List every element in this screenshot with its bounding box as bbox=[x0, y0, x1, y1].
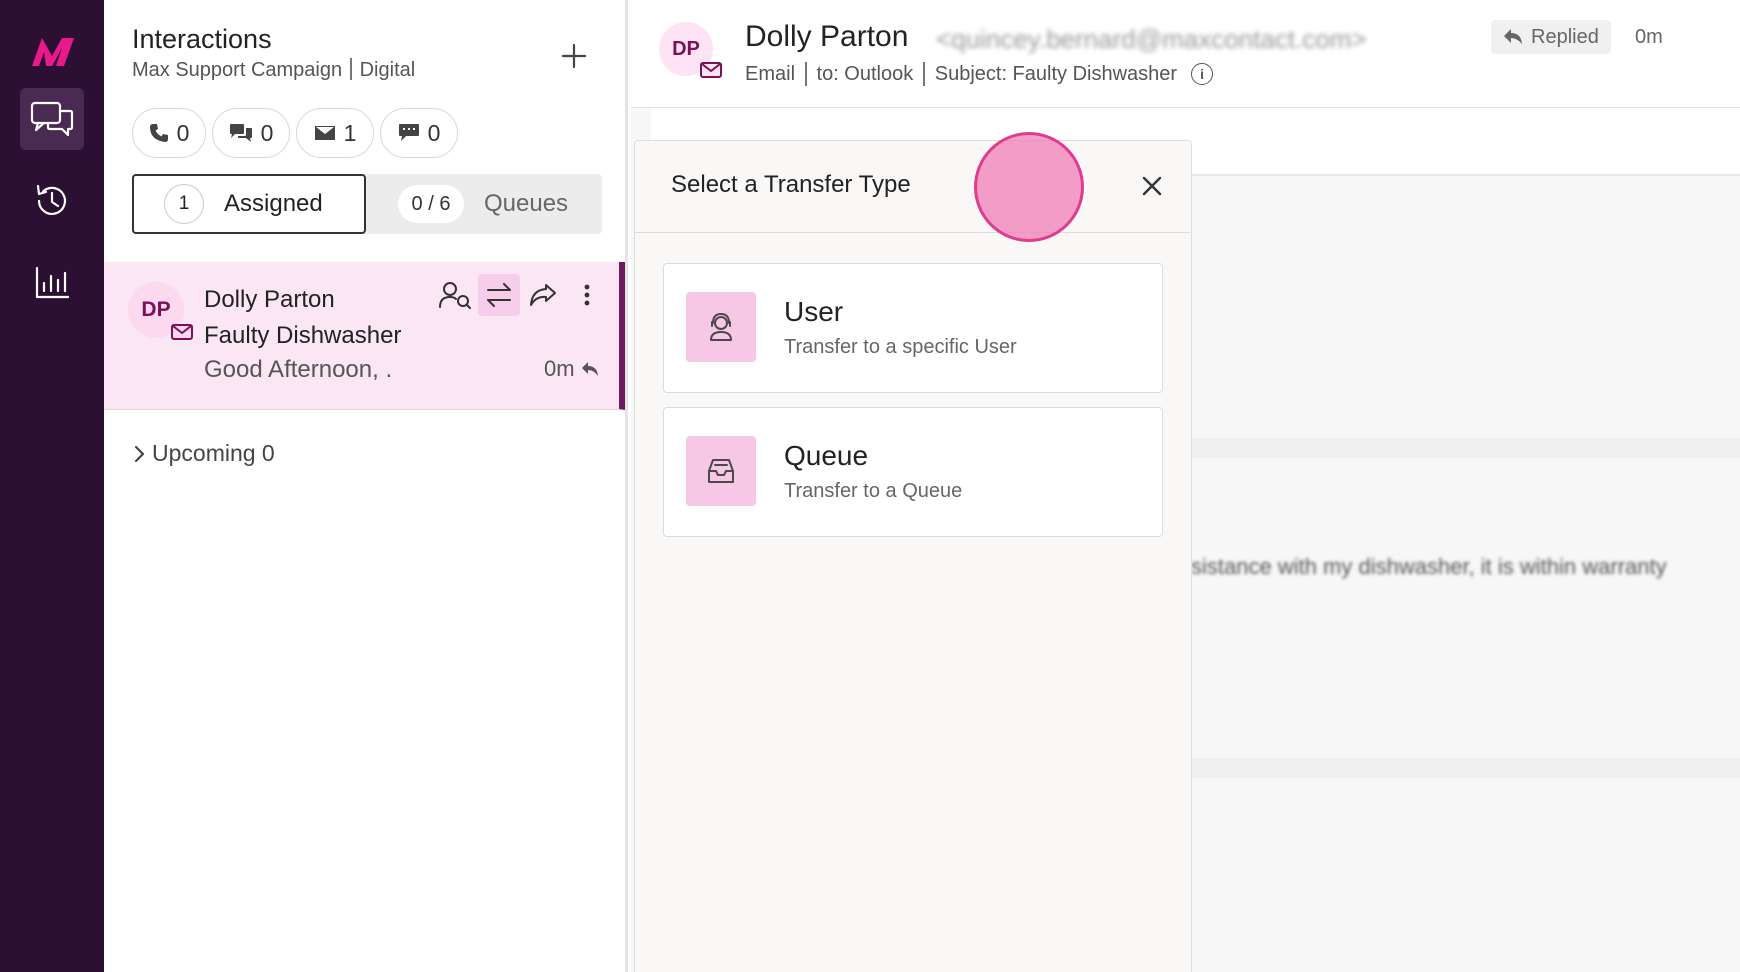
campaign-name: Max Support Campaign bbox=[132, 59, 343, 81]
header-subject: Subject: Faulty Dishwasher bbox=[934, 62, 1178, 85]
campaign-channel: Digital bbox=[359, 59, 416, 81]
conversation-contact-name: Dolly Parton bbox=[204, 286, 335, 313]
interactions-panel: Interactions Max Support Campaign Digital… bbox=[104, 0, 628, 972]
bar-chart-icon bbox=[35, 266, 70, 299]
email-channel-icon bbox=[700, 62, 722, 78]
reply-icon bbox=[581, 362, 598, 376]
header-recipient: to: Outlook bbox=[816, 62, 914, 85]
conversation-preview: Good Afternoon, . bbox=[204, 356, 393, 383]
messages-counter[interactable]: 0 bbox=[380, 108, 458, 158]
add-interaction-button[interactable] bbox=[554, 36, 594, 76]
user-option-title: User bbox=[784, 296, 844, 327]
background-stripe bbox=[1191, 438, 1740, 458]
user-search-icon bbox=[439, 282, 471, 309]
queue-option-description: Transfer to a Queue bbox=[784, 480, 963, 502]
header-meta: Email to: Outlook Subject: Faulty Dishwa… bbox=[745, 62, 1214, 86]
reports-nav-button[interactable] bbox=[20, 252, 84, 314]
panel-title: Interactions bbox=[132, 24, 272, 54]
email-body-text: sistance with my dishwasher, it is withi… bbox=[1191, 554, 1667, 579]
header-contact-name: Dolly Parton bbox=[745, 20, 909, 53]
background-divider bbox=[1191, 174, 1740, 176]
close-icon bbox=[1142, 176, 1162, 196]
conversation-actions bbox=[434, 274, 608, 316]
queues-tab[interactable]: 0 / 6 Queues bbox=[370, 174, 602, 234]
campaign-info: Max Support Campaign Digital bbox=[132, 58, 415, 82]
conversation-header: DP Dolly Parton <quincey.bernard@maxcont… bbox=[631, 0, 1740, 108]
message-icon bbox=[398, 124, 419, 141]
conversation-time: 0m bbox=[544, 356, 599, 382]
conversation-subject: Faulty Dishwasher bbox=[204, 322, 402, 349]
history-nav-button[interactable] bbox=[20, 170, 84, 232]
plus-icon bbox=[561, 43, 587, 69]
header-time: 0m bbox=[1635, 26, 1663, 48]
find-user-button[interactable] bbox=[434, 274, 476, 316]
chat-icon bbox=[229, 124, 252, 142]
maxcontact-logo[interactable] bbox=[30, 34, 76, 70]
history-icon bbox=[36, 184, 67, 215]
transfer-to-queue-option[interactable]: Queue Transfer to a Queue bbox=[663, 407, 1163, 537]
chevron-right-icon bbox=[134, 445, 145, 462]
phone-icon bbox=[149, 124, 168, 142]
dialog-title: Select a Transfer Type bbox=[671, 171, 911, 198]
conversations-nav-button[interactable] bbox=[20, 88, 84, 150]
assigned-count: 1 bbox=[164, 184, 204, 224]
queues-count: 0 / 6 bbox=[398, 185, 464, 223]
background-stripe bbox=[1191, 758, 1740, 778]
share-arrow-icon bbox=[530, 284, 556, 306]
chats-counter[interactable]: 0 bbox=[212, 108, 290, 158]
assigned-tab[interactable]: 1 Assigned bbox=[132, 174, 366, 234]
transfer-arrows-icon bbox=[487, 283, 511, 307]
calls-counter[interactable]: 0 bbox=[132, 108, 206, 158]
left-rail bbox=[0, 0, 104, 972]
forward-button[interactable] bbox=[522, 274, 564, 316]
transfer-type-dialog: Select a Transfer Type User Transfer to … bbox=[634, 140, 1192, 972]
channel-counters: 0 0 1 0 bbox=[132, 108, 458, 158]
replied-status-badge: Replied bbox=[1491, 20, 1611, 54]
queue-option-title: Queue bbox=[784, 440, 869, 471]
assigned-queues-toggle: 1 Assigned 0 / 6 Queues bbox=[132, 174, 602, 234]
user-tile bbox=[686, 292, 756, 362]
user-option-description: Transfer to a specific User bbox=[784, 336, 1017, 358]
upcoming-toggle[interactable]: Upcoming 0 bbox=[132, 440, 275, 467]
chat-bubbles-icon bbox=[30, 101, 74, 137]
dialog-header: Select a Transfer Type bbox=[635, 141, 1190, 233]
reply-icon bbox=[1504, 29, 1522, 44]
queue-tile bbox=[686, 436, 756, 506]
contact-avatar: DP bbox=[128, 282, 193, 340]
envelope-icon bbox=[314, 126, 335, 140]
transfer-button[interactable] bbox=[478, 274, 520, 316]
kebab-menu-icon bbox=[584, 284, 590, 306]
conversation-item[interactable]: DP Dolly Parton Faulty Dishwasher Good A… bbox=[104, 262, 625, 410]
header-avatar: DP bbox=[659, 22, 722, 78]
info-icon[interactable]: i bbox=[1191, 63, 1214, 85]
header-channel: Email bbox=[745, 62, 796, 85]
queues-label: Queues bbox=[484, 190, 569, 217]
agent-headset-icon bbox=[710, 313, 732, 341]
click-indicator bbox=[974, 132, 1084, 242]
close-button[interactable] bbox=[1137, 171, 1167, 201]
assigned-label: Assigned bbox=[224, 190, 323, 217]
transfer-to-user-option[interactable]: User Transfer to a specific User bbox=[663, 263, 1163, 393]
email-channel-icon bbox=[171, 324, 193, 340]
emails-counter[interactable]: 1 bbox=[296, 108, 374, 158]
more-options-button[interactable] bbox=[566, 274, 608, 316]
header-contact-email: <quincey.bernard@maxcontact.com> bbox=[936, 24, 1367, 54]
inbox-tray-icon bbox=[708, 459, 734, 483]
